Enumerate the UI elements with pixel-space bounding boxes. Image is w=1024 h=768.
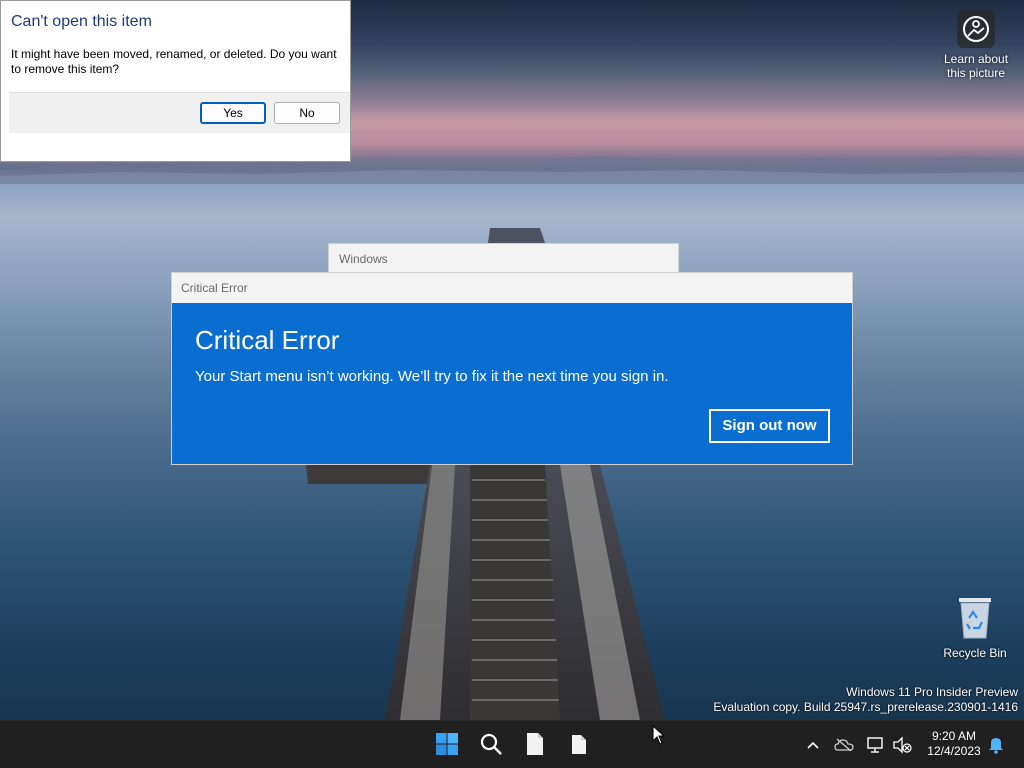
cant-open-dialog: Can't open this item It might have been … xyxy=(0,0,351,162)
volume-muted-icon[interactable] xyxy=(892,735,912,755)
yes-button[interactable]: Yes xyxy=(200,102,266,124)
taskbar: 9:20 AM 12/4/2023 xyxy=(0,720,1024,768)
file-icon[interactable] xyxy=(522,731,548,757)
learn-label-line1: Learn about xyxy=(943,52,1009,66)
learn-about-picture[interactable]: Learn about this picture xyxy=(940,10,1012,80)
watermark-line1: Windows 11 Pro Insider Preview xyxy=(846,685,1018,699)
build-watermark: Windows 11 Pro Insider Preview Evaluatio… xyxy=(713,685,1018,715)
windows-window-title: Windows xyxy=(339,252,388,266)
search-icon[interactable] xyxy=(478,731,504,757)
clock-date: 12/4/2023 xyxy=(927,744,981,758)
windows-window[interactable]: Windows xyxy=(328,243,679,273)
onedrive-offline-icon[interactable] xyxy=(834,735,854,755)
camera-aperture-icon xyxy=(957,10,995,48)
critical-error-message: Your Start menu isn’t working. We’ll try… xyxy=(195,368,669,385)
system-clock[interactable]: 9:20 AM 12/4/2023 xyxy=(920,729,988,759)
critical-error-heading: Critical Error xyxy=(195,325,340,355)
mouse-cursor-icon xyxy=(652,725,664,745)
clock-time: 9:20 AM xyxy=(931,729,977,743)
sign-out-now-button[interactable]: Sign out now xyxy=(709,409,830,443)
network-icon[interactable] xyxy=(866,735,886,755)
no-button[interactable]: No xyxy=(274,102,340,124)
chevron-up-icon[interactable] xyxy=(803,735,823,755)
recycle-bin[interactable]: Recycle Bin xyxy=(940,596,1010,660)
dialog-footer: Yes No xyxy=(9,92,350,133)
recycle-bin-icon xyxy=(955,596,995,640)
critical-error-window: Critical Error Critical Error Your Start… xyxy=(171,272,853,465)
critical-error-titlebar[interactable]: Critical Error xyxy=(172,273,852,303)
watermark-line2: Evaluation copy. Build 25947.rs_prerelea… xyxy=(713,700,1018,714)
recycle-bin-label: Recycle Bin xyxy=(943,646,1007,660)
file-icon[interactable] xyxy=(566,731,592,757)
critical-error-body: Critical Error Your Start menu isn’t wor… xyxy=(172,303,852,464)
dialog-message: It might have been moved, renamed, or de… xyxy=(11,47,337,76)
learn-label-line2: this picture xyxy=(946,66,1006,80)
dialog-title: Can't open this item xyxy=(11,13,152,30)
critical-error-window-title: Critical Error xyxy=(181,281,248,295)
start-icon[interactable] xyxy=(434,731,460,757)
notification-bell-icon[interactable] xyxy=(986,735,1006,755)
